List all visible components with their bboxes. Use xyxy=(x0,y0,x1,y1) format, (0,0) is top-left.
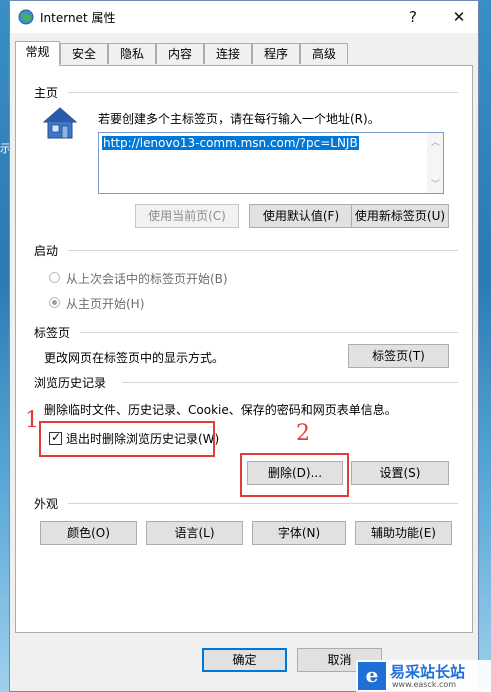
highlight-box-checkbox xyxy=(39,421,215,457)
annotation-number-1: 1 xyxy=(25,408,39,433)
tab-security[interactable]: 安全 xyxy=(60,43,108,64)
accessibility-button[interactable]: 辅助功能(E) xyxy=(355,521,452,545)
languages-button[interactable]: 语言(L) xyxy=(146,521,243,545)
history-section-label: 浏览历史记录 xyxy=(34,376,107,390)
home-hint: 若要创建多个主标签页，请在每行输入一个地址(R)。 xyxy=(98,112,380,126)
watermark-url: www.easck.com xyxy=(392,680,457,689)
fonts-button[interactable]: 字体(N) xyxy=(252,521,346,545)
close-button[interactable]: ✕ xyxy=(439,1,479,33)
tabs-section-label: 标签页 xyxy=(34,326,71,340)
scroll-up-icon[interactable]: ︿ xyxy=(431,135,440,148)
appearance-section-label: 外观 xyxy=(34,497,59,511)
tab-content[interactable]: 内容 xyxy=(156,43,204,64)
tab-connections[interactable]: 连接 xyxy=(204,43,252,64)
home-url-textarea[interactable]: http://lenovo13-comm.msn.com/?pc=LNJB ︿ … xyxy=(98,132,444,194)
tabs-settings-button[interactable]: 标签页(T) xyxy=(348,344,449,368)
annotation-number-2: 2 xyxy=(296,421,310,446)
title-bar: Internet 属性 ? ✕ xyxy=(10,1,478,33)
tabs-divider xyxy=(80,332,458,333)
home-divider xyxy=(68,92,458,93)
colors-button[interactable]: 颜色(O) xyxy=(40,521,137,545)
watermark-brand: 易采站长站 xyxy=(390,663,466,681)
radio-home-page[interactable] xyxy=(49,297,60,308)
history-description: 删除临时文件、历史记录、Cookie、保存的密码和网页表单信息。 xyxy=(44,403,397,417)
use-new-tab-button[interactable]: 使用新标签页(U) xyxy=(351,204,449,228)
tab-advanced[interactable]: 高级 xyxy=(300,43,348,64)
internet-globe-icon xyxy=(18,9,34,25)
tab-general[interactable]: 常规 xyxy=(15,41,60,66)
history-divider xyxy=(122,382,458,383)
help-button[interactable]: ? xyxy=(393,1,433,33)
internet-properties-dialog: Internet 属性 ? ✕ 常规 安全 隐私 内容 连接 程序 高级 主页 … xyxy=(9,0,479,692)
ok-button[interactable]: 确定 xyxy=(202,648,287,672)
home-url-text: http://lenovo13-comm.msn.com/?pc=LNJB xyxy=(102,136,359,150)
radio-home-page-label: 从主页开始(H) xyxy=(66,297,145,311)
use-default-button[interactable]: 使用默认值(F) xyxy=(249,204,353,228)
tab-programs[interactable]: 程序 xyxy=(252,43,300,64)
appearance-divider xyxy=(68,503,458,504)
tabs-description: 更改网页在标签页中的显示方式。 xyxy=(44,351,225,365)
general-tab-panel: 主页 若要创建多个主标签页，请在每行输入一个地址(R)。 http://leno… xyxy=(15,65,473,633)
tab-privacy[interactable]: 隐私 xyxy=(108,43,156,64)
startup-section-label: 启动 xyxy=(34,244,59,258)
scroll-down-icon[interactable]: ﹀ xyxy=(431,177,440,190)
history-settings-button[interactable]: 设置(S) xyxy=(351,461,449,485)
startup-divider xyxy=(68,250,458,251)
highlight-box-delete xyxy=(240,453,349,497)
radio-last-session[interactable] xyxy=(49,272,60,283)
window-title: Internet 属性 xyxy=(40,11,116,25)
use-current-button[interactable]: 使用当前页(C) xyxy=(135,204,239,228)
watermark-logo-icon: e xyxy=(358,662,386,690)
home-section-label: 主页 xyxy=(34,86,59,100)
house-icon xyxy=(42,107,78,139)
radio-last-session-label: 从上次会话中的标签页开始(B) xyxy=(66,272,228,286)
textarea-scrollbar[interactable]: ︿ ﹀ xyxy=(427,133,443,193)
site-watermark: e 易采站长站 www.easck.com xyxy=(356,660,491,692)
